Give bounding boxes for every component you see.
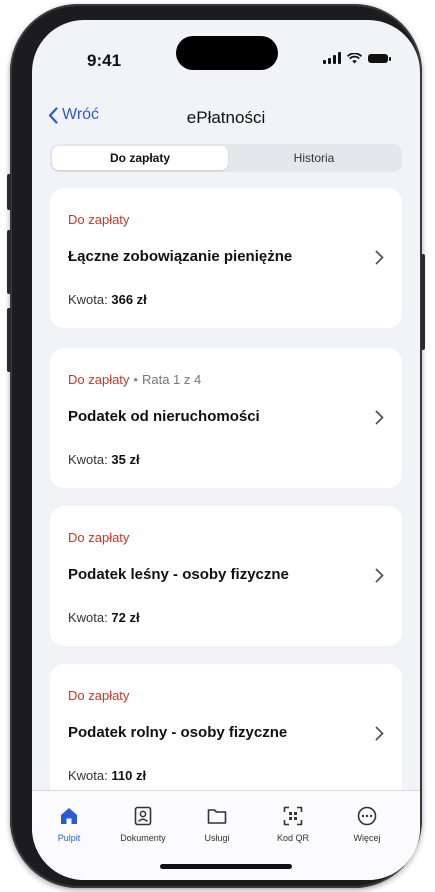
payment-title: Łączne zobowiązanie pieniężne	[68, 248, 293, 265]
amount-value: 72 zł	[111, 610, 140, 625]
tab-label: Kod QR	[276, 833, 309, 843]
tab-do-zaplaty[interactable]: Do zapłaty	[52, 146, 228, 170]
amount-value: 110 zł	[111, 768, 147, 783]
status-label: Do zapłaty	[68, 372, 130, 387]
tabbar-item-dokumenty[interactable]: Dokumenty	[108, 805, 178, 843]
payment-title: Podatek od nieruchomości	[68, 408, 260, 425]
payment-amount: Kwota: 72 zł	[68, 610, 140, 625]
installment-label: Rata 1 z 4	[141, 372, 202, 387]
phone-side-button	[421, 254, 425, 350]
status-icons	[323, 52, 391, 64]
home-indicator	[160, 864, 292, 869]
tab-label: Usługi	[204, 833, 230, 843]
tab-label: Pulpit	[57, 833, 81, 843]
segmented-control: Do zapłaty Historia	[50, 144, 402, 172]
payment-status: Do zapłaty	[68, 212, 129, 227]
payment-status: Do zapłaty	[68, 530, 129, 545]
folder-icon	[207, 809, 227, 824]
payment-title: Podatek leśny - osoby fizyczne	[68, 566, 289, 583]
battery-icon	[368, 53, 391, 63]
chevron-right-icon	[375, 250, 384, 265]
more-icon	[357, 806, 377, 826]
separator-dot: •	[133, 372, 138, 387]
amount-value: 35 zł	[111, 452, 140, 467]
chevron-right-icon	[375, 568, 384, 583]
tabbar-item-wiecej[interactable]: Więcej	[332, 805, 402, 843]
phone-side-button	[7, 308, 11, 372]
amount-label: Kwota:	[68, 452, 108, 467]
payment-amount: Kwota: 110 zł	[68, 768, 146, 783]
chevron-right-icon	[375, 410, 384, 425]
tab-label: Dokumenty	[120, 833, 166, 843]
payment-card[interactable]: Do zapłaty Podatek leśny - osoby fizyczn…	[50, 506, 402, 646]
tabbar-item-uslugi[interactable]: Usługi	[182, 805, 252, 843]
home-icon	[61, 808, 77, 824]
navigation-bar: Wróć ePłatności	[32, 106, 420, 136]
wifi-icon	[347, 52, 362, 63]
screen: 9:41 Wróć ePłatności Do zapłaty Historia…	[32, 20, 420, 880]
tab-historia[interactable]: Historia	[228, 146, 400, 170]
status-label: Do zapłaty	[68, 212, 130, 227]
payment-amount: Kwota: 366 zł	[68, 292, 147, 307]
payment-card[interactable]: Do zapłaty • Rata 1 z 4 Podatek od nieruch…	[50, 348, 402, 488]
phone-side-button	[7, 230, 11, 294]
tab-label: Więcej	[353, 833, 381, 843]
amount-label: Kwota:	[68, 610, 108, 625]
dynamic-island	[176, 36, 278, 70]
qr-scan-icon	[283, 806, 303, 826]
payment-status: Do zapłaty • Rata 1 z 4	[68, 372, 201, 387]
status-label: Do zapłaty	[68, 688, 130, 703]
phone-side-button	[7, 174, 11, 210]
tabbar-item-pulpit[interactable]: Pulpit	[34, 805, 104, 843]
amount-label: Kwota:	[68, 292, 108, 307]
chevron-right-icon	[375, 726, 384, 741]
page-title: ePłatności	[186, 108, 266, 127]
status-time: 9:41	[87, 51, 122, 70]
payment-title: Podatek rolny - osoby fizyczne	[68, 724, 288, 741]
payment-card[interactable]: Do zapłaty Łączne zobowiązanie pieniężne…	[50, 188, 402, 328]
amount-label: Kwota:	[68, 768, 108, 783]
payment-amount: Kwota: 35 zł	[68, 452, 140, 467]
tabbar-item-kod-qr[interactable]: Kod QR	[258, 805, 328, 843]
amount-value: 366 zł	[111, 292, 147, 307]
payment-status: Do zapłaty	[68, 688, 129, 703]
id-card-icon	[134, 806, 152, 826]
signal-icon	[323, 52, 341, 64]
payment-card[interactable]: Do zapłaty Podatek rolny - osoby fizyczn…	[50, 664, 402, 804]
phone-frame: 9:41 Wróć ePłatności Do zapłaty Historia…	[7, 4, 425, 888]
status-label: Do zapłaty	[68, 530, 130, 545]
